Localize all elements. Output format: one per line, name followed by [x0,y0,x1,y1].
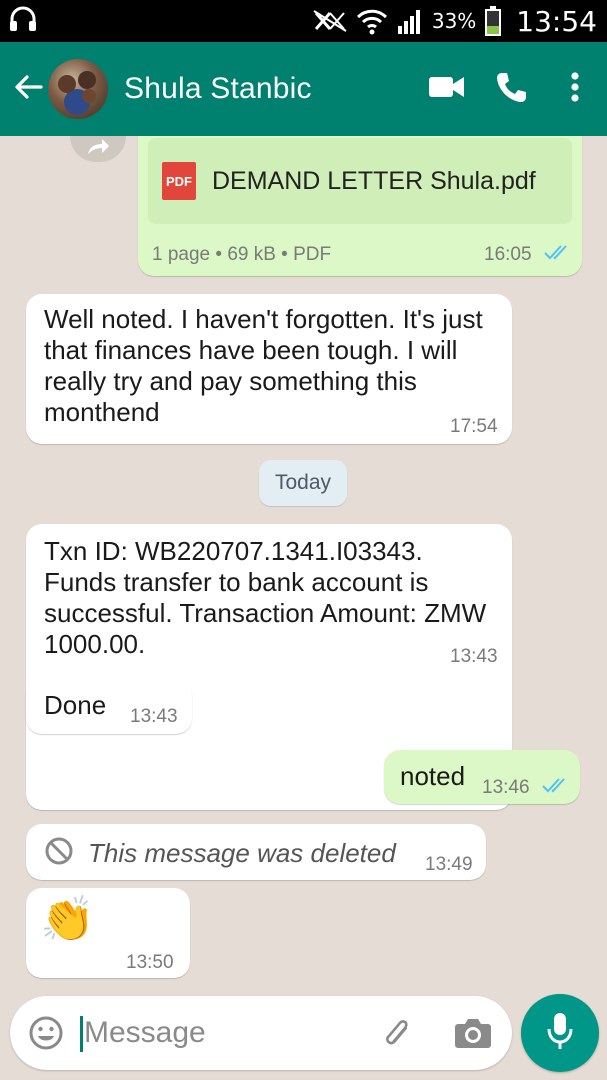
avatar[interactable] [48,59,108,119]
outgoing-message[interactable]: noted 13:46 [384,750,580,804]
voice-call-button[interactable] [479,42,543,136]
back-button[interactable] [6,42,52,136]
message-time: 16:05 [484,244,532,266]
video-call-button[interactable] [415,42,479,136]
forward-button[interactable] [70,136,126,162]
emoji-icon[interactable] [28,1015,64,1056]
incoming-message[interactable]: 👏 13:50 [26,888,190,978]
attach-icon[interactable] [380,1015,416,1056]
message-time: 13:43 [130,706,178,727]
video-call-icon [429,75,465,104]
mic-icon [546,1011,574,1056]
more-options-button[interactable] [543,42,607,136]
document-message[interactable]: PDF DEMAND LETTER Shula.pdf 1 page • 69 … [138,136,582,276]
incoming-message[interactable]: Well noted. I haven't forgotten. It's ju… [26,294,512,444]
forward-icon [86,138,110,161]
message-text: noted [400,761,466,791]
wifi-icon [356,7,388,35]
document-file-name: DEMAND LETTER Shula.pdf [212,166,536,195]
incoming-message[interactable]: Done 13:43 [26,680,192,734]
pdf-file-icon: PDF [162,162,196,200]
message-text: Well noted. I haven't forgotten. It's ju… [44,304,483,427]
message-time: 13:43 [450,646,498,667]
battery-percent: 33% [431,9,477,33]
message-input[interactable] [84,1010,364,1056]
document-preview[interactable]: PDF DEMAND LETTER Shula.pdf [148,138,572,224]
message-time: 17:54 [450,416,498,437]
camera-icon[interactable] [454,1016,492,1055]
back-arrow-icon [13,71,45,108]
read-ticks-icon [541,777,571,799]
message-time-group: 13:46 [482,777,571,799]
message-text: Txn ID: WB220707.1341.I03343. Funds tran… [44,536,487,659]
message-time: 13:49 [425,854,473,875]
message-text: Done [44,690,107,720]
status-bar: 33% 13:54 [0,0,607,42]
contact-name[interactable]: Shula Stanbic [124,72,415,106]
battery-icon [484,6,502,36]
pdf-type-label: PDF [166,173,192,189]
message-time: 13:50 [126,952,174,973]
document-meta: 1 page • 69 kB • PDF [152,244,332,265]
clapping-hands-emoji: 👏 [40,895,95,944]
message-text: This message was deleted [88,838,396,868]
message-time: 13:46 [482,777,530,799]
phone-icon [495,71,527,108]
deleted-message[interactable]: This message was deleted 13:49 [26,824,486,880]
signal-icon [396,8,424,34]
day-divider: Today [259,460,347,506]
read-ticks-icon [543,244,573,266]
text-cursor [80,1016,83,1052]
message-time-group: 16:05 [484,244,573,266]
more-vert-icon [571,71,579,107]
status-clock: 13:54 [516,4,597,38]
mute-icon [312,9,348,33]
chat-header: Shula Stanbic [0,42,607,136]
mic-button[interactable] [521,994,599,1072]
chat-area[interactable]: PDF DEMAND LETTER Shula.pdf 1 page • 69 … [0,136,607,994]
message-composer [10,996,512,1070]
blocked-icon [44,836,74,871]
headphones-icon [8,5,38,38]
